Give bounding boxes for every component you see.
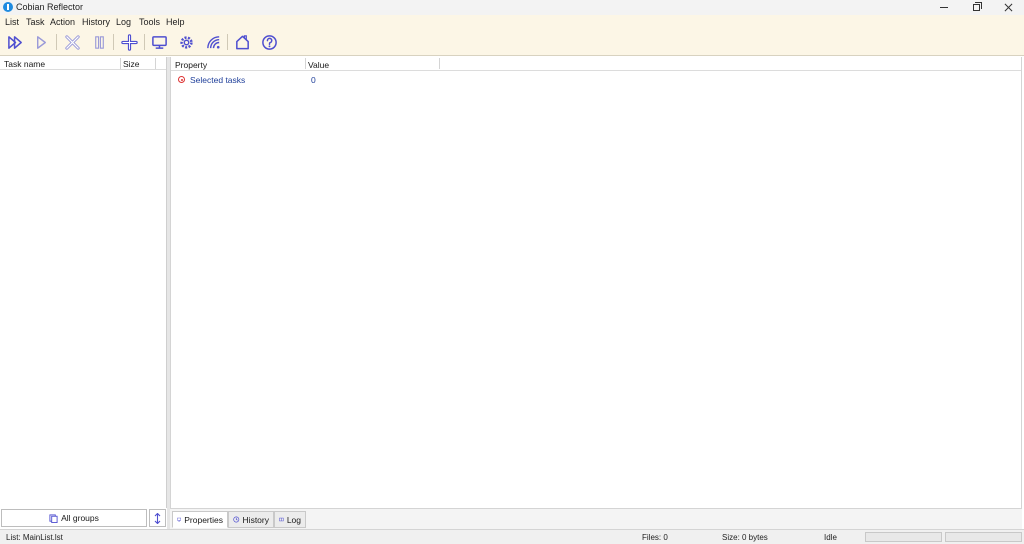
log-icon xyxy=(279,517,284,522)
status-files: Files: 0 xyxy=(642,533,668,542)
tab-log[interactable]: Log xyxy=(274,511,306,528)
menu-action[interactable]: Action xyxy=(50,17,75,27)
status-state: Idle xyxy=(824,533,837,542)
settings-button[interactable] xyxy=(176,32,196,52)
tab-properties-label: Properties xyxy=(184,514,223,525)
status-bar: List: MainList.lst Files: 0 Size: 0 byte… xyxy=(0,529,1024,544)
progress-bar-secondary xyxy=(945,532,1022,542)
bottom-tabs: Properties History Log xyxy=(170,508,1022,529)
menu-task[interactable]: Task xyxy=(26,17,45,27)
properties-header: Property Value xyxy=(171,57,1021,71)
toolbar-separator xyxy=(144,34,145,50)
run-selected-icon xyxy=(36,35,46,49)
close-icon xyxy=(1004,3,1012,12)
add-task-icon xyxy=(120,33,138,51)
groups-icon xyxy=(49,513,58,523)
menu-bar: List Task Action History Log Tools Help xyxy=(0,15,1024,29)
column-divider[interactable] xyxy=(120,58,121,69)
column-value[interactable]: Value xyxy=(308,60,329,70)
run-selected-button[interactable] xyxy=(31,32,51,52)
properties-panel: Property Value Selected tasks 0 xyxy=(170,57,1022,508)
wireless-button[interactable] xyxy=(203,32,223,52)
column-divider[interactable] xyxy=(155,58,156,69)
menu-history[interactable]: History xyxy=(82,17,110,27)
computer-button[interactable] xyxy=(149,32,169,52)
title-bar: Cobian Reflector xyxy=(0,0,1024,15)
menu-help[interactable]: Help xyxy=(166,17,185,27)
sort-arrows-icon xyxy=(154,512,161,524)
computer-icon xyxy=(151,35,167,49)
column-size[interactable]: Size xyxy=(123,59,140,69)
groups-bar: All groups xyxy=(0,508,167,528)
all-groups-label: All groups xyxy=(61,513,99,523)
add-task-button[interactable] xyxy=(119,32,139,52)
progress-bar-primary xyxy=(865,532,942,542)
minimize-icon xyxy=(940,7,948,8)
app-logo-icon xyxy=(3,2,13,12)
close-button[interactable] xyxy=(994,0,1022,15)
run-all-button[interactable] xyxy=(5,32,25,52)
home-icon xyxy=(235,34,249,49)
restore-icon xyxy=(972,2,982,11)
tab-properties[interactable]: Properties xyxy=(172,511,228,528)
help-icon xyxy=(261,34,277,50)
sort-button[interactable] xyxy=(149,509,166,527)
pause-button[interactable] xyxy=(89,32,109,52)
wireless-icon xyxy=(206,35,220,49)
property-value: 0 xyxy=(311,75,316,85)
menu-list[interactable]: List xyxy=(5,17,19,27)
column-property[interactable]: Property xyxy=(175,60,207,70)
run-all-icon xyxy=(7,35,22,49)
status-size: Size: 0 bytes xyxy=(722,533,768,542)
task-list-panel[interactable]: Task name Size xyxy=(0,57,167,508)
help-button[interactable] xyxy=(259,32,279,52)
settings-icon xyxy=(179,35,193,49)
properties-icon xyxy=(177,517,182,522)
toolbar xyxy=(0,29,1024,56)
history-icon xyxy=(233,516,240,523)
all-groups-button[interactable]: All groups xyxy=(1,509,147,527)
home-button[interactable] xyxy=(232,32,252,52)
menu-log[interactable]: Log xyxy=(116,17,131,27)
column-task-name[interactable]: Task name xyxy=(4,59,45,69)
tab-log-label: Log xyxy=(286,514,301,525)
toolbar-separator xyxy=(227,34,228,50)
task-list-header: Task name Size xyxy=(0,57,166,70)
column-divider[interactable] xyxy=(439,58,440,69)
tab-history[interactable]: History xyxy=(228,511,274,528)
window-title: Cobian Reflector xyxy=(16,2,84,12)
properties-row[interactable]: Selected tasks 0 xyxy=(171,73,1021,87)
toolbar-separator xyxy=(56,34,57,50)
column-divider[interactable] xyxy=(305,58,306,69)
menu-tools[interactable]: Tools xyxy=(139,17,160,27)
bullet-icon xyxy=(178,76,185,83)
pause-icon xyxy=(94,35,104,49)
stop-icon xyxy=(64,34,80,50)
toolbar-separator xyxy=(113,34,114,50)
restore-button[interactable] xyxy=(962,0,990,15)
tab-history-label: History xyxy=(242,514,269,525)
stop-button[interactable] xyxy=(62,32,82,52)
property-name: Selected tasks xyxy=(190,75,246,85)
minimize-button[interactable] xyxy=(930,0,958,15)
status-list: List: MainList.lst xyxy=(6,533,63,542)
